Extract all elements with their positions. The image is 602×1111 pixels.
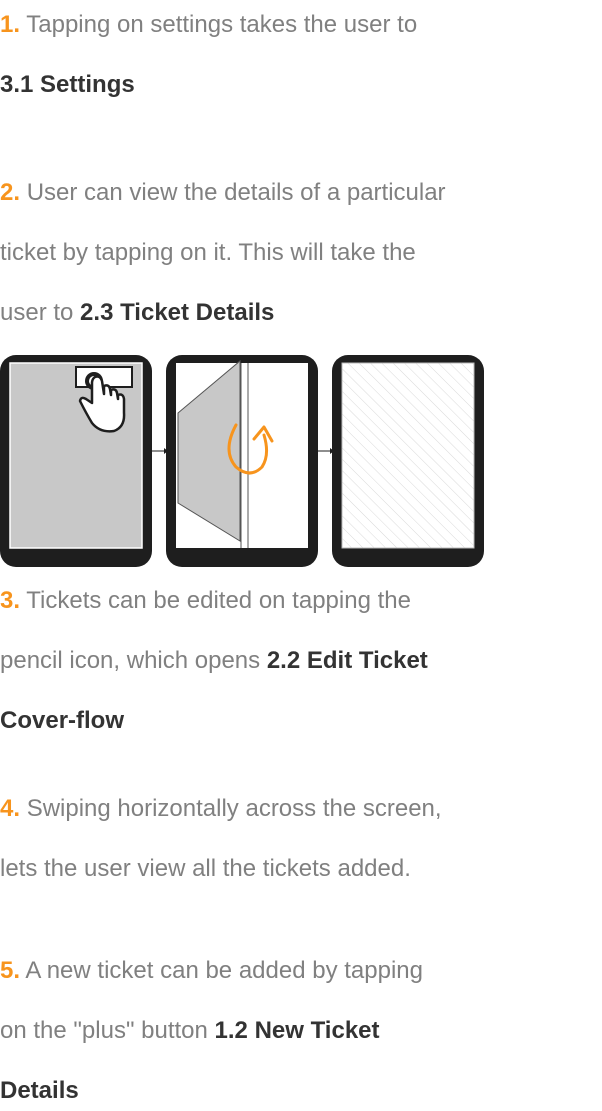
screen-reference: 3.1 Settings xyxy=(0,71,135,98)
transition-diagram xyxy=(0,355,484,567)
instruction-4-line-1: 4. Swiping horizontally across the scree… xyxy=(0,789,600,829)
instruction-text: ticket by tapping on it. This will take … xyxy=(0,239,416,266)
instruction-3-line-2: pencil icon, which opens 2.2 Edit Ticket xyxy=(0,641,600,681)
instruction-4-line-2: lets the user view all the tickets added… xyxy=(0,849,600,889)
instruction-3-line-3: Cover-flow xyxy=(0,701,600,741)
instruction-text: on the "plus" button xyxy=(0,1017,215,1044)
step-number: 5. xyxy=(0,957,21,984)
instruction-text: Swiping horizontally across the screen, xyxy=(26,795,442,822)
instruction-3: 3. Tickets can be edited on tapping the … xyxy=(0,581,600,741)
instruction-text: Tapping on settings takes the user to xyxy=(26,11,418,38)
instruction-text: user to xyxy=(0,299,81,326)
phone-blank-icon xyxy=(332,355,484,567)
instruction-1-line-1: 1. Tapping on settings takes the user to xyxy=(0,5,600,45)
page-flip-icon xyxy=(166,355,318,567)
instruction-2-line-2: ticket by tapping on it. This will take … xyxy=(0,233,600,273)
screen-reference: 2.2 Edit Ticket xyxy=(266,647,428,674)
step-number: 2. xyxy=(0,179,21,206)
instruction-5-line-2: on the "plus" button 1.2 New Ticket xyxy=(0,1011,600,1051)
instruction-5-line-3: Details xyxy=(0,1071,600,1111)
screen-reference: 2.3 Ticket Details xyxy=(80,299,275,326)
step-number: 4. xyxy=(0,795,21,822)
instruction-text: User can view the details of a particula… xyxy=(26,179,446,206)
instruction-3-line-1: 3. Tickets can be edited on tapping the xyxy=(0,581,600,621)
instruction-1: 1. Tapping on settings takes the user to… xyxy=(0,5,600,105)
step-number: 1. xyxy=(0,11,21,38)
screen-reference: 1.2 New Ticket xyxy=(214,1017,380,1044)
instruction-text: Tickets can be edited on tapping the xyxy=(26,587,411,614)
instruction-2-line-3: user to 2.3 Ticket Details xyxy=(0,293,600,333)
screen-reference-continuation: Cover-flow xyxy=(0,707,125,734)
instruction-5-line-1: 5. A new ticket can be added by tapping xyxy=(0,951,600,991)
instruction-1-line-2: 3.1 Settings xyxy=(0,65,600,105)
instruction-4: 4. Swiping horizontally across the scree… xyxy=(0,789,600,889)
instruction-2: 2. User can view the details of a partic… xyxy=(0,173,600,333)
instruction-text: A new ticket can be added by tapping xyxy=(25,957,423,984)
instruction-2-line-1: 2. User can view the details of a partic… xyxy=(0,173,600,213)
phone-tap-icon xyxy=(0,355,152,567)
screen-reference-continuation: Details xyxy=(0,1077,79,1104)
instruction-text: lets the user view all the tickets added… xyxy=(0,855,411,882)
instruction-5: 5. A new ticket can be added by tapping … xyxy=(0,951,600,1111)
instruction-text: pencil icon, which opens xyxy=(0,647,267,674)
step-number: 3. xyxy=(0,587,21,614)
